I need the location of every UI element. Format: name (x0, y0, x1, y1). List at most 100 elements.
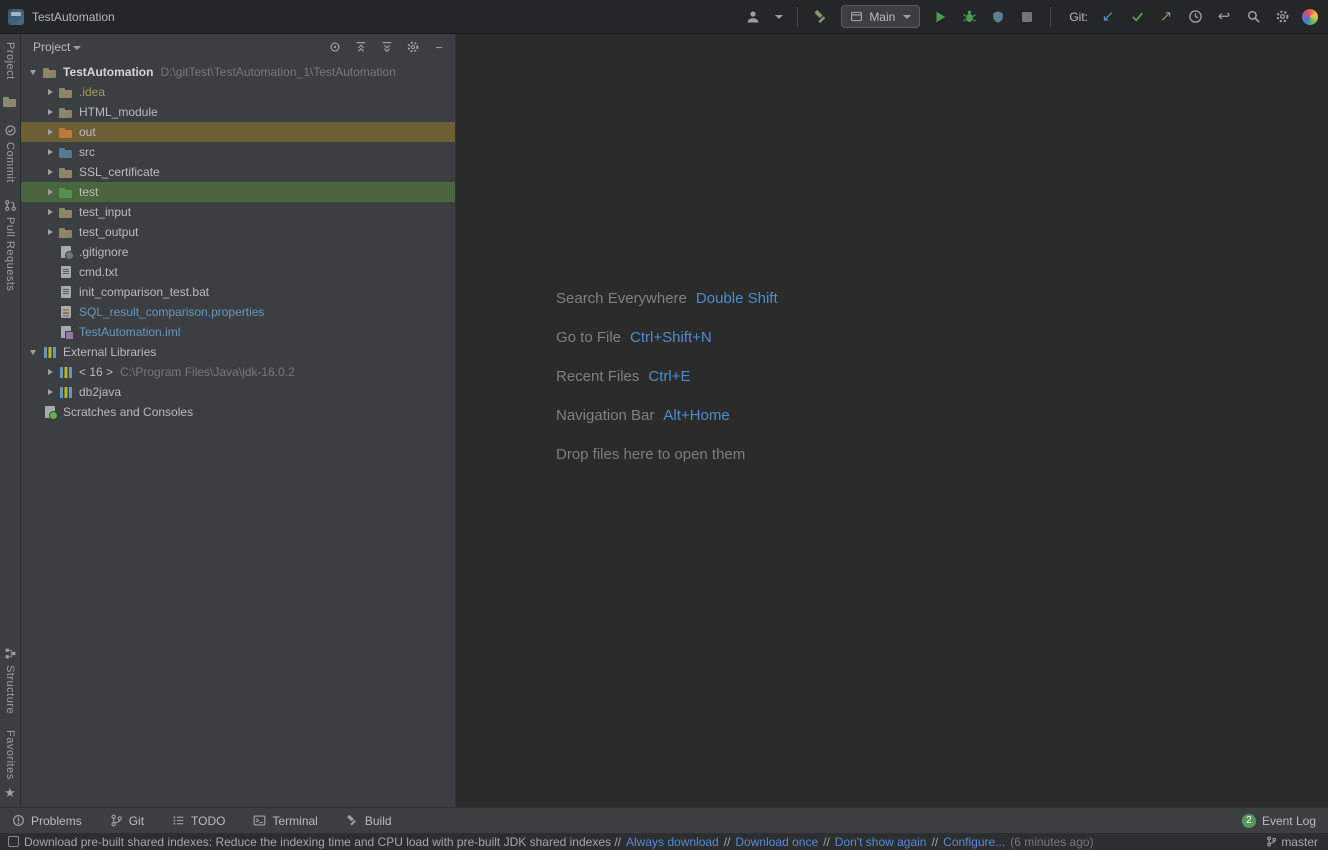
user-profile-icon[interactable] (744, 8, 762, 26)
status-timestamp: (6 minutes ago) (1010, 835, 1093, 849)
rollback-icon[interactable]: ↩ (1215, 8, 1233, 26)
tree-item-cmd-txt[interactable]: cmd.txt (21, 262, 455, 282)
settings-gear-icon[interactable] (1273, 8, 1291, 26)
chevron-right-icon[interactable] (45, 184, 56, 200)
chevron-spacer (45, 284, 56, 300)
library-icon (42, 344, 58, 360)
update-project-icon[interactable]: ↙ (1099, 8, 1117, 26)
git-branch-widget[interactable]: master (1266, 835, 1318, 849)
tree-item-html-module[interactable]: HTML_module (21, 102, 455, 122)
gitignore-file-icon (58, 244, 74, 260)
status-link-configure[interactable]: Configure... (943, 835, 1005, 849)
tree-item-gitignore[interactable]: .gitignore (21, 242, 455, 262)
structure-icon (4, 647, 17, 660)
chevron-right-icon[interactable] (45, 104, 56, 120)
chevron-right-icon[interactable] (45, 124, 56, 140)
shortcut-navigation-bar: Navigation Bar Alt+Home (556, 403, 778, 428)
tree-item-db2java[interactable]: db2java (21, 382, 455, 402)
sidebar-item-commit[interactable]: Commit (4, 124, 17, 183)
run-button[interactable] (931, 8, 949, 26)
chevron-down-icon[interactable] (29, 64, 40, 80)
panel-settings-gear-icon[interactable] (405, 39, 421, 55)
chevron-down-icon[interactable] (775, 15, 783, 19)
chevron-right-icon[interactable] (45, 84, 56, 100)
chevron-right-icon[interactable] (45, 384, 56, 400)
status-link-download-once[interactable]: Download once (735, 835, 818, 849)
tree-item-init-comparison-test[interactable]: init_comparison_test.bat (21, 282, 455, 302)
collapse-all-icon[interactable] (353, 39, 369, 55)
chevron-right-icon[interactable] (45, 144, 56, 160)
search-icon[interactable] (1244, 8, 1262, 26)
toolwindow-build[interactable]: Build (346, 814, 392, 828)
event-log-badge: 2 (1242, 814, 1256, 828)
tree-item-out[interactable]: out (21, 122, 455, 142)
chevron-spacer (29, 404, 40, 420)
test-folder-icon (58, 184, 74, 200)
toolwindow-todo[interactable]: TODO (172, 814, 225, 828)
text-file-icon (58, 284, 74, 300)
tree-item-root[interactable]: TestAutomation D:\gitTest\TestAutomation… (21, 62, 455, 82)
tree-item-test[interactable]: test (21, 182, 455, 202)
folder-tool-icon[interactable] (3, 96, 17, 108)
tree-item-src[interactable]: src (21, 142, 455, 162)
shortcut-keys[interactable]: Alt+Home (663, 407, 729, 424)
project-panel: Project − T (21, 34, 456, 807)
sidebar-item-pull-requests[interactable]: Pull Requests (4, 199, 17, 291)
chevron-down-icon[interactable] (73, 46, 81, 50)
tree-item-ssl-certificate[interactable]: SSL_certificate (21, 162, 455, 182)
toolwindow-terminal[interactable]: Terminal (253, 814, 317, 828)
chevron-right-icon[interactable] (45, 224, 56, 240)
tree-item-test-output[interactable]: test_output (21, 222, 455, 242)
shortcut-keys[interactable]: Ctrl+Shift+N (630, 329, 712, 346)
tree-item-label: TestAutomation (63, 65, 153, 79)
tree-item-sql-result-comparison[interactable]: SQL_result_comparison.properties (21, 302, 455, 322)
history-clock-icon[interactable] (1186, 8, 1204, 26)
tree-item-external-libraries[interactable]: External Libraries (21, 342, 455, 362)
shortcut-go-to-file: Go to File Ctrl+Shift+N (556, 325, 778, 350)
project-panel-title[interactable]: Project (33, 40, 70, 54)
module-file-icon (58, 324, 74, 340)
debug-button[interactable] (960, 8, 978, 26)
tree-item-label: Scratches and Consoles (63, 405, 193, 419)
window-title: TestAutomation (32, 10, 115, 24)
scratches-icon (42, 404, 58, 420)
sidebar-item-structure[interactable]: Structure (4, 647, 17, 714)
drop-hint-label: Drop files here to open them (556, 446, 745, 463)
folder-icon (58, 164, 74, 180)
chevron-right-icon[interactable] (45, 204, 56, 220)
toolwindow-problems[interactable]: Problems (12, 814, 82, 828)
tree-item-scratches[interactable]: Scratches and Consoles (21, 402, 455, 422)
hide-panel-icon[interactable]: − (431, 39, 447, 55)
tree-item-idea[interactable]: .idea (21, 82, 455, 102)
build-hammer-icon[interactable] (812, 8, 830, 26)
event-log-area[interactable]: 2 Event Log (1242, 814, 1316, 828)
todo-label: TODO (191, 814, 225, 828)
commit-check-icon[interactable] (1128, 8, 1146, 26)
tree-item-test-input[interactable]: test_input (21, 202, 455, 222)
status-separator: // (931, 835, 938, 849)
tree-item-label: < 16 > (79, 365, 113, 379)
tree-item-jdk-16[interactable]: < 16 > C:\Program Files\Java\jdk-16.0.2 (21, 362, 455, 382)
toolwindow-git[interactable]: Git (110, 814, 144, 828)
tree-item-testautomation-iml[interactable]: TestAutomation.iml (21, 322, 455, 342)
chevron-right-icon[interactable] (45, 364, 56, 380)
run-configuration-select[interactable]: Main (841, 5, 920, 28)
status-link-always-download[interactable]: Always download (626, 835, 719, 849)
push-icon[interactable]: ↗ (1157, 8, 1175, 26)
run-with-coverage-button[interactable] (989, 8, 1007, 26)
select-opened-file-icon[interactable] (327, 39, 343, 55)
project-tree: TestAutomation D:\gitTest\TestAutomation… (21, 60, 455, 807)
shortcut-keys[interactable]: Double Shift (696, 290, 778, 307)
shortcut-keys[interactable]: Ctrl+E (648, 368, 690, 385)
expand-all-icon[interactable] (379, 39, 395, 55)
sidebar-item-favorites[interactable]: Favorites ★ (4, 730, 16, 801)
stop-button[interactable] (1018, 8, 1036, 26)
colorful-plugin-icon[interactable] (1302, 9, 1318, 25)
sidebar-item-project[interactable]: Project (4, 42, 16, 80)
chevron-right-icon[interactable] (45, 164, 56, 180)
chevron-down-icon[interactable] (29, 344, 40, 360)
build-hammer-icon (346, 814, 359, 827)
editor-area: Search Everywhere Double Shift Go to Fil… (456, 34, 1328, 807)
tree-item-label: src (79, 145, 95, 159)
status-link-dont-show-again[interactable]: Don't show again (835, 835, 927, 849)
